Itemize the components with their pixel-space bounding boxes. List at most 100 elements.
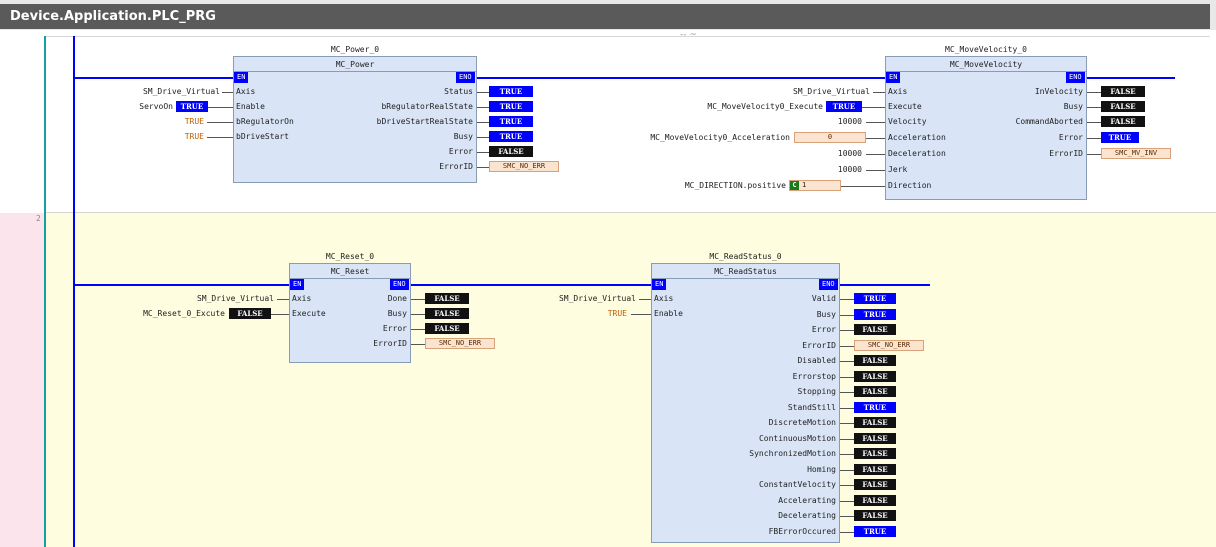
- output-pin[interactable]: Decelerating: [690, 510, 836, 522]
- en-pin[interactable]: EN: [290, 279, 305, 290]
- bool-false-value: FALSE: [489, 146, 533, 157]
- input-variable[interactable]: MC_Reset_0_Excute: [80, 308, 225, 320]
- output-pin[interactable]: SynchronizedMotion: [690, 448, 836, 460]
- output-pin[interactable]: Errorstop: [690, 371, 836, 383]
- input-constant[interactable]: 10000: [800, 116, 862, 128]
- output-pin[interactable]: bRegulatorRealState: [320, 101, 473, 113]
- input-variable[interactable]: MC_MoveVelocity0_Execute: [620, 101, 823, 113]
- bool-false-value: FALSE: [854, 324, 896, 335]
- input-variable[interactable]: ServoOn: [60, 101, 173, 113]
- en-pin[interactable]: EN: [652, 279, 667, 290]
- eno-pin[interactable]: ENO: [819, 279, 838, 290]
- output-pin[interactable]: ErrorID: [320, 161, 473, 173]
- output-pin[interactable]: ConstantVelocity: [690, 479, 836, 491]
- input-constant[interactable]: 10000: [800, 164, 862, 176]
- output-pin[interactable]: Status: [320, 86, 473, 98]
- input-variable[interactable]: MC_DIRECTION.positive: [600, 180, 786, 192]
- eno-pin[interactable]: ENO: [1066, 72, 1085, 83]
- input-constant[interactable]: TRUE: [160, 116, 204, 128]
- input-pin[interactable]: Axis: [888, 86, 907, 98]
- input-pin[interactable]: Velocity: [888, 116, 927, 128]
- constant-badge-icon: C: [790, 181, 799, 190]
- output-pin[interactable]: Valid: [690, 293, 836, 305]
- pin-connection: [1087, 107, 1101, 108]
- input-constant[interactable]: TRUE: [160, 131, 204, 143]
- input-variable[interactable]: SM_Drive_Virtual: [60, 86, 220, 98]
- bool-true-value: TRUE: [489, 131, 533, 142]
- pin-connection: [840, 531, 854, 533]
- network-2-margin[interactable]: [0, 213, 46, 547]
- pin-connection: [639, 299, 651, 300]
- input-pin[interactable]: Execute: [292, 308, 326, 320]
- output-pin[interactable]: ErrorID: [690, 340, 836, 352]
- input-pin[interactable]: bDriveStart: [236, 131, 289, 143]
- output-pin[interactable]: Error: [330, 323, 407, 335]
- bool-true-value: TRUE: [854, 293, 896, 304]
- bool-true-value: TRUE: [176, 101, 208, 112]
- pin-connection: [840, 516, 854, 517]
- eno-pin[interactable]: ENO: [456, 72, 475, 83]
- output-pin[interactable]: Done: [330, 293, 407, 305]
- input-variable[interactable]: MC_MoveVelocity0_Acceleration: [570, 132, 790, 144]
- output-pin[interactable]: Homing: [690, 464, 836, 476]
- output-pin[interactable]: FBErrorOccured: [690, 526, 836, 538]
- bool-true-value: TRUE: [1101, 132, 1139, 143]
- output-pin[interactable]: Error: [960, 132, 1083, 144]
- output-pin[interactable]: StandStill: [690, 402, 836, 414]
- fb-header-line: [886, 71, 1086, 72]
- input-variable[interactable]: SM_Drive_Virtual: [110, 293, 274, 305]
- pin-connection: [840, 330, 854, 331]
- output-pin[interactable]: ErrorID: [960, 148, 1083, 160]
- input-variable[interactable]: SM_Drive_Virtual: [470, 293, 636, 305]
- input-pin[interactable]: Axis: [292, 293, 311, 305]
- output-pin[interactable]: Busy: [320, 131, 473, 143]
- output-pin[interactable]: Disabled: [690, 355, 836, 367]
- output-pin[interactable]: Error: [690, 324, 836, 336]
- splitter-bar[interactable]: [6, 31, 1210, 37]
- input-variable[interactable]: SM_Drive_Virtual: [700, 86, 870, 98]
- output-pin[interactable]: Busy: [330, 308, 407, 320]
- output-pin[interactable]: Stopping: [690, 386, 836, 398]
- pin-connection: [841, 186, 885, 187]
- en-pin[interactable]: EN: [234, 72, 249, 83]
- bool-false-value: FALSE: [1101, 116, 1145, 127]
- input-pin[interactable]: Jerk: [888, 164, 907, 176]
- output-pin[interactable]: Accelerating: [690, 495, 836, 507]
- input-pin[interactable]: Direction: [888, 180, 931, 192]
- input-pin[interactable]: Enable: [236, 101, 265, 113]
- pin-connection: [840, 438, 854, 440]
- bool-false-value: FALSE: [229, 308, 271, 319]
- en-pin[interactable]: EN: [886, 72, 901, 83]
- output-pin[interactable]: Busy: [960, 101, 1083, 113]
- mc-movevelocity-block[interactable]: MC_MoveVelocity: [885, 56, 1087, 200]
- output-pin[interactable]: DiscreteMotion: [690, 417, 836, 429]
- input-pin[interactable]: Axis: [654, 293, 673, 305]
- input-constant[interactable]: TRUE: [580, 308, 627, 320]
- splitter-grip[interactable]: -- ~: [680, 30, 697, 40]
- input-pin[interactable]: Enable: [654, 308, 683, 320]
- enum-value-text: 1: [802, 181, 807, 189]
- output-pin[interactable]: CommandAborted: [960, 116, 1083, 128]
- pin-connection: [840, 423, 854, 424]
- pin-connection: [222, 92, 233, 93]
- input-pin[interactable]: bRegulatorOn: [236, 116, 294, 128]
- input-pin[interactable]: Execute: [888, 101, 922, 113]
- output-pin[interactable]: Busy: [690, 309, 836, 321]
- fb-instance-name: MC_Reset_0: [325, 252, 375, 261]
- output-pin[interactable]: bDriveStartRealState: [320, 116, 473, 128]
- input-pin[interactable]: Deceleration: [888, 148, 946, 160]
- eno-pin[interactable]: ENO: [390, 279, 409, 290]
- output-pin[interactable]: ErrorID: [330, 338, 407, 350]
- pin-connection: [411, 314, 425, 315]
- pin-connection: [840, 345, 854, 347]
- input-constant[interactable]: 10000: [800, 148, 862, 160]
- input-pin[interactable]: Axis: [236, 86, 255, 98]
- editor-tab-plc-prg[interactable]: Device.Application.PLC_PRG: [0, 4, 1210, 29]
- numeric-value: 0: [794, 132, 866, 143]
- pin-connection: [873, 92, 885, 93]
- output-pin[interactable]: Error: [320, 146, 473, 158]
- pin-connection: [1087, 122, 1101, 123]
- output-pin[interactable]: InVelocity: [960, 86, 1083, 98]
- input-pin[interactable]: Acceleration: [888, 132, 946, 144]
- output-pin[interactable]: ContinuousMotion: [690, 433, 836, 445]
